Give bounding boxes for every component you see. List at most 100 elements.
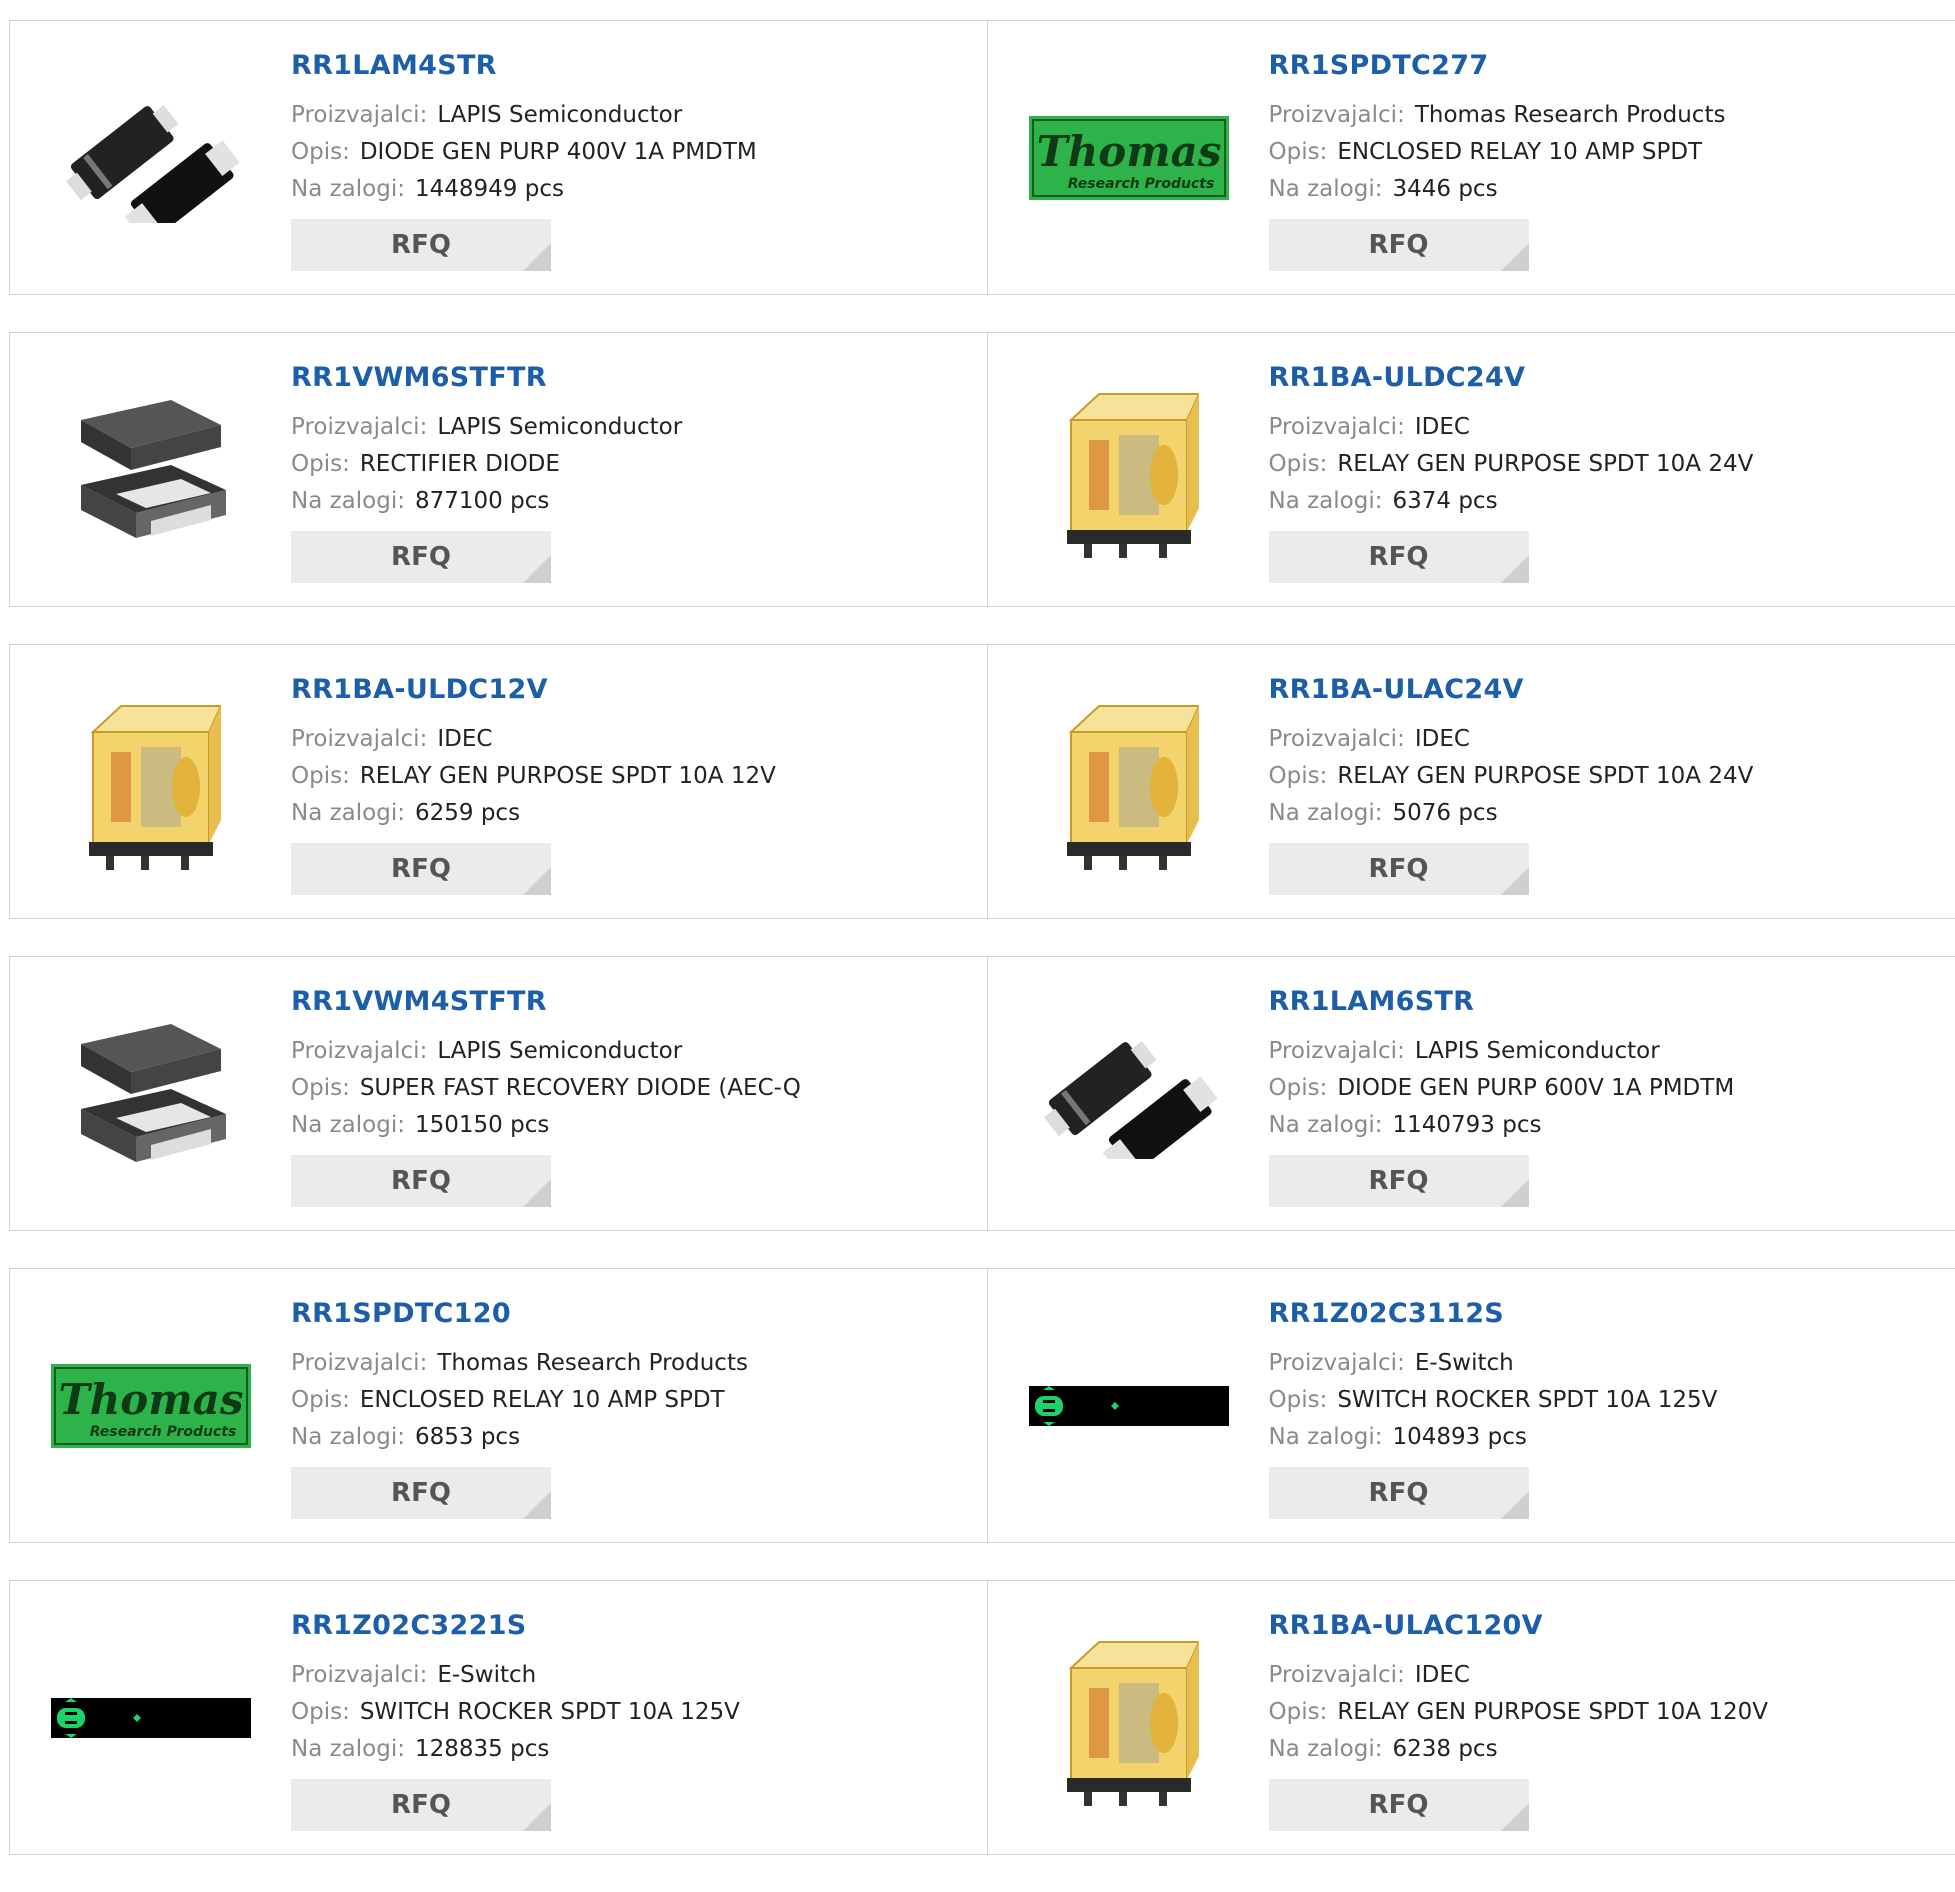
stock-label: Na zalogi: (1269, 176, 1383, 202)
stock-value: 6374 pcs (1392, 488, 1497, 514)
rfq-button[interactable]: RFQ (1269, 531, 1529, 583)
description-line: Opis:DIODE GEN PURP 600V 1A PMDTM (1269, 1070, 1936, 1107)
part-number-link[interactable]: RR1BA-ULAC24V (1269, 673, 1936, 721)
rfq-label: RFQ (391, 230, 451, 260)
description-line: Opis:DIODE GEN PURP 400V 1A PMDTM (291, 134, 967, 171)
stock-line: Na zalogi: 1448949 pcs (291, 171, 967, 208)
part-number-link[interactable]: RR1BA-ULDC12V (291, 673, 967, 721)
rfq-label: RFQ (1369, 230, 1429, 260)
description-value: RELAY GEN PURPOSE SPDT 10A 24V (1337, 451, 1753, 477)
product-row: RR1BA-ULDC12VProizvajalci:IDECOpis:RELAY… (9, 644, 1955, 919)
rfq-button[interactable]: RFQ (1269, 219, 1529, 271)
stock-line: Na zalogi:6238 pcs (1269, 1731, 1936, 1768)
rfq-label: RFQ (391, 854, 451, 884)
manufacturer-label: Proizvajalci: (291, 1350, 427, 1376)
smd-diode-pair-icon[interactable] (51, 58, 251, 258)
part-number-link[interactable]: RR1VWM4STFTR (291, 985, 967, 1033)
svg-text:Thomas: Thomas (1036, 127, 1221, 176)
manufacturer-value: Thomas Research Products (1415, 102, 1726, 128)
stock-value: 6259 pcs (415, 800, 520, 826)
stock-label: Na zalogi: (1269, 1424, 1383, 1450)
stock-value: 1448949 pcs (415, 176, 564, 202)
stock-label: Na zalogi: (291, 176, 405, 202)
manufacturer-value: E-Switch (437, 1662, 536, 1688)
thomas-logo[interactable]: ThomasResearch Products (51, 1306, 251, 1506)
manufacturer-label: Proizvajalci: (291, 414, 427, 440)
relay-icon[interactable] (1029, 682, 1229, 882)
part-number-link[interactable]: RR1BA-ULDC24V (1269, 361, 1936, 409)
stock-line: Na zalogi:6374 pcs (1269, 483, 1936, 520)
description-line: Opis:ENCLOSED RELAY 10 AMP SPDT (291, 1382, 967, 1419)
rfq-button[interactable]: RFQ (291, 1467, 551, 1519)
manufacturer-value: IDEC (1415, 726, 1470, 752)
manufacturer-line: Proizvajalci:IDEC (1269, 409, 1936, 446)
rfq-button[interactable]: RFQ (1269, 1467, 1529, 1519)
stock-value: 150150 pcs (415, 1112, 549, 1138)
rfq-label: RFQ (1369, 1790, 1429, 1820)
manufacturer-value: LAPIS Semiconductor (1415, 1038, 1660, 1064)
rfq-button[interactable]: RFQ (291, 531, 551, 583)
smd-package-icon[interactable] (51, 994, 251, 1194)
manufacturer-line: Proizvajalci:LAPIS Semiconductor (1269, 1033, 1936, 1070)
description-label: Opis: (291, 1699, 350, 1725)
description-label: Opis: (291, 763, 350, 789)
corner-decoration (1501, 555, 1529, 583)
relay-icon[interactable] (1029, 370, 1229, 570)
rfq-label: RFQ (391, 1790, 451, 1820)
stock-line: Na zalogi: 877100 pcs (291, 483, 967, 520)
description-value: RECTIFIER DIODE (360, 451, 560, 477)
description-line: Opis:SUPER FAST RECOVERY DIODE (AEC-Q (291, 1070, 967, 1107)
rfq-button[interactable]: RFQ (291, 1155, 551, 1207)
manufacturer-line: Proizvajalci:IDEC (291, 721, 967, 758)
corner-decoration (1501, 867, 1529, 895)
manufacturer-label: Proizvajalci: (1269, 1662, 1405, 1688)
manufacturer-value: LAPIS Semiconductor (437, 102, 682, 128)
description-value: DIODE GEN PURP 600V 1A PMDTM (1337, 1075, 1734, 1101)
relay-icon[interactable] (1029, 1618, 1229, 1818)
description-label: Opis: (1269, 139, 1328, 165)
rfq-button[interactable]: RFQ (1269, 843, 1529, 895)
rocker-switch-icon[interactable] (51, 1618, 251, 1818)
manufacturer-line: Proizvajalci:LAPIS Semiconductor (291, 97, 967, 134)
rfq-button[interactable]: RFQ (291, 843, 551, 895)
rfq-label: RFQ (1369, 542, 1429, 572)
rfq-button[interactable]: RFQ (291, 219, 551, 271)
stock-line: Na zalogi:5076 pcs (1269, 795, 1936, 832)
svg-text:Thomas: Thomas (58, 1375, 243, 1424)
smd-diode-pair-icon[interactable] (1029, 994, 1229, 1194)
stock-label: Na zalogi: (291, 488, 405, 514)
manufacturer-line: Proizvajalci: Thomas Research Products (291, 1345, 967, 1382)
rfq-button[interactable]: RFQ (291, 1779, 551, 1831)
rfq-button[interactable]: RFQ (1269, 1155, 1529, 1207)
description-line: Opis:RELAY GEN PURPOSE SPDT 10A 12V (291, 758, 967, 795)
part-number-link[interactable]: RR1Z02C3112S (1269, 1297, 1936, 1345)
part-number-link[interactable]: RR1LAM6STR (1269, 985, 1936, 1033)
relay-icon[interactable] (51, 682, 251, 882)
manufacturer-value: LAPIS Semiconductor (437, 1038, 682, 1064)
rfq-button[interactable]: RFQ (1269, 1779, 1529, 1831)
stock-value: 877100 pcs (415, 488, 549, 514)
part-number-link[interactable]: RR1SPDTC120 (291, 1297, 967, 1345)
product-card: ThomasResearch ProductsRR1SPDTC120Proizv… (10, 1269, 987, 1542)
manufacturer-line: Proizvajalci:Thomas Research Products (1269, 97, 1936, 134)
description-value: SUPER FAST RECOVERY DIODE (AEC-Q (360, 1075, 801, 1101)
stock-line: Na zalogi:3446 pcs (1269, 171, 1936, 208)
rocker-switch-icon[interactable] (1029, 1306, 1229, 1506)
part-number-link[interactable]: RR1SPDTC277 (1269, 49, 1936, 97)
stock-label: Na zalogi: (291, 1112, 405, 1138)
smd-package-icon[interactable] (51, 370, 251, 570)
manufacturer-value: IDEC (437, 726, 492, 752)
part-number-link[interactable]: RR1BA-ULAC120V (1269, 1609, 1936, 1657)
product-grid: RR1LAM4STRProizvajalci:LAPIS Semiconduct… (9, 20, 1955, 1892)
rfq-label: RFQ (1369, 854, 1429, 884)
part-number-link[interactable]: RR1Z02C3221S (291, 1609, 967, 1657)
stock-label: Na zalogi: (291, 800, 405, 826)
corner-decoration (523, 1803, 551, 1831)
part-number-link[interactable]: RR1LAM4STR (291, 49, 967, 97)
manufacturer-line: Proizvajalci:IDEC (1269, 1657, 1936, 1694)
description-label: Opis: (1269, 451, 1328, 477)
manufacturer-value: Thomas Research Products (437, 1350, 748, 1376)
part-number-link[interactable]: RR1VWM6STFTR (291, 361, 967, 409)
thomas-logo[interactable]: ThomasResearch Products (1029, 58, 1229, 258)
manufacturer-label: Proizvajalci: (1269, 1350, 1405, 1376)
